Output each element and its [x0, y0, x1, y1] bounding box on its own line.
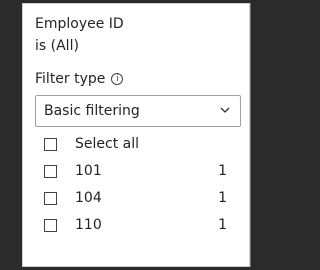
- select-all-checkbox[interactable]: [44, 137, 57, 151]
- list-item[interactable]: 110 1: [23, 212, 249, 238]
- filter-type-label: Filter type: [35, 71, 106, 87]
- list-item-checkbox[interactable]: [44, 191, 57, 205]
- filter-subtitle: is (All): [35, 38, 79, 54]
- filter-card: Employee ID is (All) Filter type i Basic…: [22, 3, 250, 267]
- info-icon[interactable]: i: [111, 73, 124, 85]
- filter-type-dropdown[interactable]: Basic filtering: [35, 95, 241, 127]
- select-all-row[interactable]: Select all: [23, 131, 249, 157]
- list-item-count: 1: [218, 190, 227, 206]
- filter-title: Employee ID: [35, 16, 124, 32]
- list-item[interactable]: 101 1: [23, 158, 249, 184]
- list-item-count: 1: [218, 217, 227, 233]
- list-item[interactable]: 104 1: [23, 185, 249, 211]
- list-item-checkbox[interactable]: [44, 164, 57, 178]
- list-item-label: 101: [75, 163, 102, 179]
- list-item-label: 110: [75, 217, 102, 233]
- select-all-label: Select all: [75, 136, 139, 152]
- filter-type-row: Filter type i: [35, 68, 124, 90]
- list-item-count: 1: [218, 163, 227, 179]
- list-item-label: 104: [75, 190, 102, 206]
- filter-type-dropdown-value: Basic filtering: [44, 103, 140, 119]
- list-item-checkbox[interactable]: [44, 218, 57, 232]
- window-frame: Employee ID is (All) Filter type i Basic…: [0, 0, 263, 270]
- chevron-down-icon: [220, 107, 230, 113]
- panel-divider: [250, 3, 251, 267]
